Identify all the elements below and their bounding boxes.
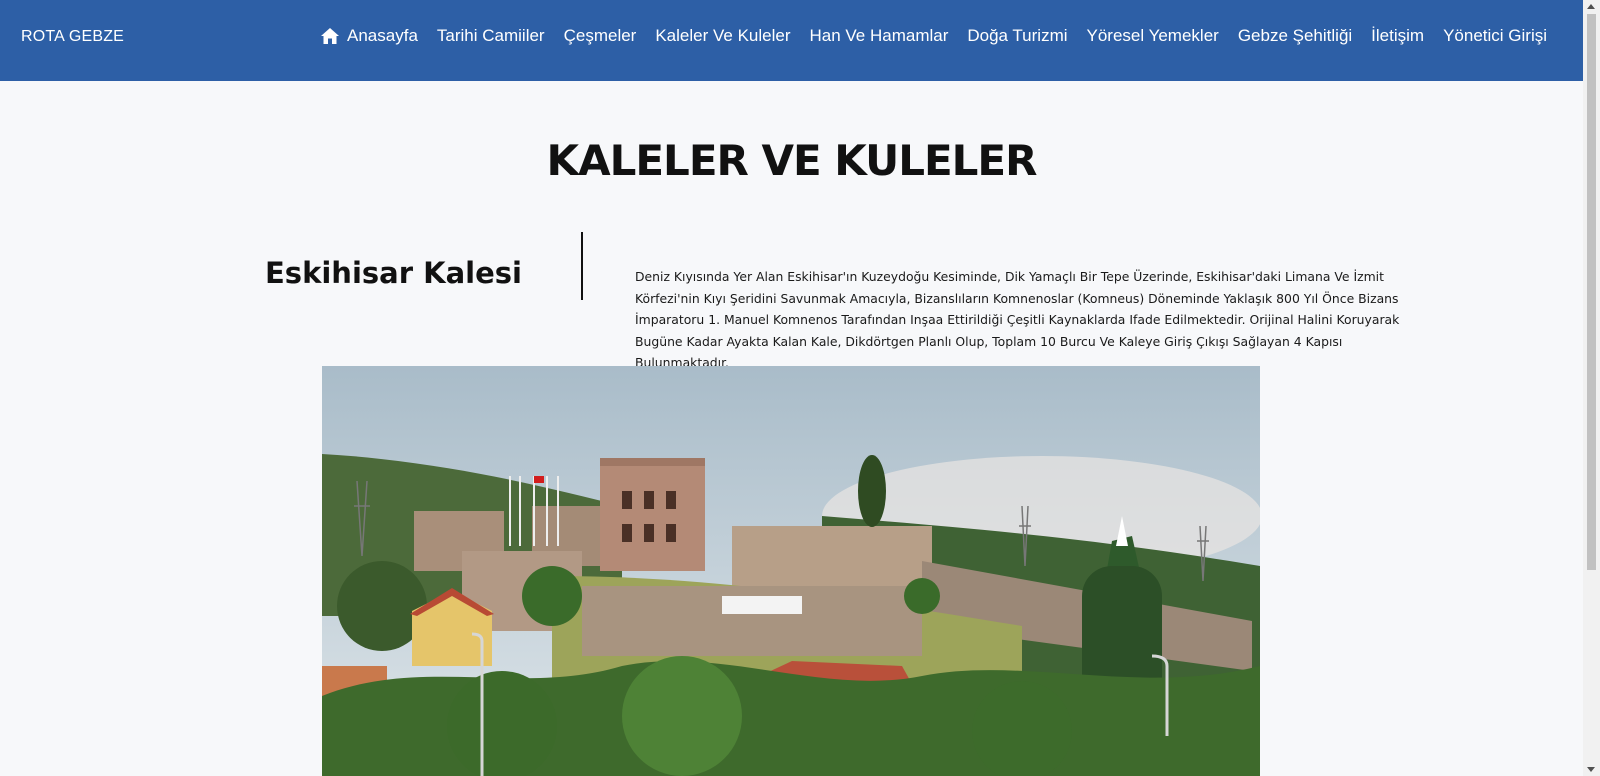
home-icon (320, 27, 340, 45)
nav-item-han-ve-hamamlar[interactable]: Han Ve Hamamlar (809, 26, 948, 46)
brand-logo-text[interactable]: ROTA GEBZE (21, 28, 124, 46)
nav-item-iletisim[interactable]: İletişim (1371, 26, 1424, 46)
page-title: KALELER VE KULELER (546, 136, 1038, 185)
nav-item-yoresel-yemekler[interactable]: Yöresel Yemekler (1087, 26, 1219, 46)
section-description: Deniz Kıyısında Yer Alan Eskihisar'ın Ku… (635, 269, 1400, 371)
section-heading: Eskihisar Kalesi (265, 256, 522, 290)
nav-item-yonetici-girisi[interactable]: Yönetici Girişi (1443, 26, 1547, 46)
scroll-down-arrow-icon[interactable] (1587, 767, 1595, 772)
nav-item-anasayfa[interactable]: Anasayfa (320, 26, 418, 46)
castle-photo (322, 366, 1260, 776)
nav-item-tarihi-camiiler[interactable]: Tarihi Camiiler (437, 26, 545, 46)
top-navbar: ROTA GEBZE Anasayfa Tarihi Camiiler Çeşm… (0, 0, 1583, 81)
nav-item-doga-turizmi[interactable]: Doğa Turizmi (967, 26, 1067, 46)
vertical-divider (581, 232, 583, 300)
nav-menu: Anasayfa Tarihi Camiiler Çeşmeler Kalele… (320, 26, 1547, 46)
scrollbar-thumb[interactable] (1587, 14, 1596, 570)
scroll-up-arrow-icon[interactable] (1587, 4, 1595, 9)
nav-item-kaleler-ve-kuleler[interactable]: Kaleler Ve Kuleler (655, 26, 790, 46)
nav-item-gebze-sehitligi[interactable]: Gebze Şehitliği (1238, 26, 1352, 46)
nav-item-cesmeler[interactable]: Çeşmeler (564, 26, 637, 46)
nav-item-label: Anasayfa (347, 26, 418, 45)
vertical-scrollbar[interactable] (1583, 0, 1600, 776)
